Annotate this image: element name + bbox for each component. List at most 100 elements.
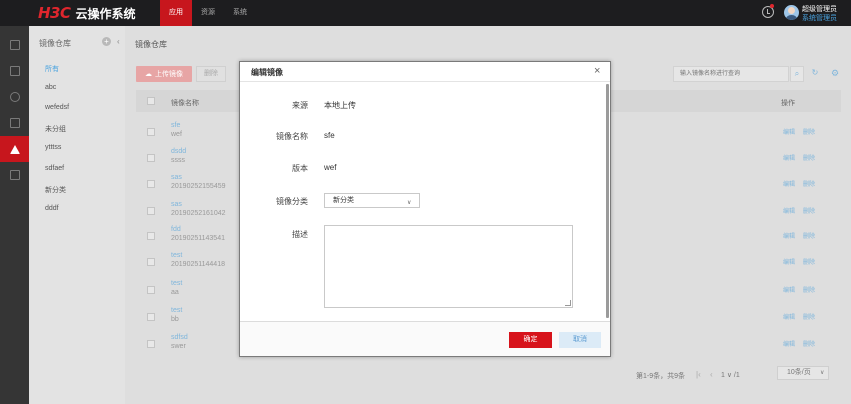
rail-item-repository[interactable]	[0, 136, 29, 162]
row-edit-link[interactable]: 编辑	[783, 339, 795, 348]
row-edit-link[interactable]: 编辑	[783, 257, 795, 266]
row-name[interactable]: sdfsd	[171, 334, 188, 341]
row-edit-link[interactable]: 编辑	[783, 285, 795, 294]
sidebar: 镜像仓库 + ‹ 所有 abc wefedsf 未分组 ytttss sdfae…	[29, 26, 125, 404]
row-version: aa	[171, 289, 179, 296]
row-name[interactable]: test	[171, 307, 182, 314]
image-name-label: 镜像名称	[276, 132, 308, 141]
notification-dot	[770, 4, 774, 8]
category-select[interactable]: 新分类 ∨	[324, 193, 420, 208]
version-label: 版本	[292, 164, 308, 173]
sidebar-item[interactable]: 未分组	[45, 124, 66, 134]
refresh-icon[interactable]: ↻	[808, 66, 822, 82]
row-delete-link[interactable]: 删除	[803, 206, 815, 215]
row-checkbox[interactable]	[147, 340, 155, 348]
prev-page-button[interactable]: ‹	[710, 370, 713, 379]
dialog-title: 编辑镜像	[251, 68, 283, 77]
sidebar-item[interactable]: ytttss	[45, 144, 61, 151]
row-checkbox[interactable]	[147, 258, 155, 266]
source-label: 来源	[292, 101, 308, 110]
row-delete-link[interactable]: 删除	[803, 127, 815, 136]
sidebar-item[interactable]: abc	[45, 84, 56, 91]
avatar[interactable]	[784, 5, 799, 20]
row-version: 20190252155459	[171, 183, 226, 190]
sidebar-item-all[interactable]: 所有	[45, 64, 59, 74]
row-name[interactable]: test	[171, 252, 182, 259]
row-edit-link[interactable]: 编辑	[783, 206, 795, 215]
warning-icon	[9, 144, 20, 154]
row-checkbox[interactable]	[147, 180, 155, 188]
rail-item-3[interactable]	[0, 84, 29, 110]
cloud-upload-icon: ☁	[145, 71, 152, 78]
row-edit-link[interactable]: 编辑	[783, 127, 795, 136]
network-icon	[9, 118, 20, 128]
row-checkbox[interactable]	[147, 207, 155, 215]
row-version: ssss	[171, 157, 185, 164]
row-checkbox[interactable]	[147, 286, 155, 294]
first-page-button[interactable]: |‹	[696, 370, 701, 379]
user-role: 系统管理员	[802, 15, 837, 22]
row-edit-link[interactable]: 编辑	[783, 231, 795, 240]
column-header-name[interactable]: 镜像名称	[171, 98, 199, 108]
rail-item-2[interactable]	[0, 58, 29, 84]
page-selector[interactable]: 1 ∨ /1	[721, 371, 740, 379]
row-version: 20190251144418	[171, 261, 225, 268]
cancel-button[interactable]: 取消	[559, 332, 601, 348]
row-edit-link[interactable]: 编辑	[783, 312, 795, 321]
description-textarea[interactable]	[324, 225, 573, 308]
sidebar-item[interactable]: sdfaef	[45, 165, 64, 172]
row-version: 20190251143541	[171, 235, 225, 242]
add-category-icon[interactable]: +	[102, 37, 111, 46]
row-name[interactable]: sas	[171, 174, 182, 181]
sidebar-title: 镜像仓库	[39, 39, 71, 48]
row-name[interactable]: sas	[171, 201, 182, 208]
row-delete-link[interactable]: 删除	[803, 179, 815, 188]
image-name-value: sfe	[324, 131, 335, 140]
page-size-select[interactable]: 10条/页 ∨	[777, 366, 829, 380]
nav-resource[interactable]: 资源	[192, 0, 224, 26]
category-label: 镜像分类	[276, 197, 308, 206]
row-checkbox[interactable]	[147, 232, 155, 240]
logo[interactable]: H3C 云操作系统	[38, 4, 136, 22]
row-name[interactable]: dsdd	[171, 148, 186, 155]
row-delete-link[interactable]: 删除	[803, 312, 815, 321]
gear-icon[interactable]: ⚙	[831, 68, 839, 79]
close-icon[interactable]: ×	[594, 65, 600, 77]
nav-system[interactable]: 系统	[224, 0, 256, 26]
search-input[interactable]	[673, 66, 789, 82]
row-checkbox[interactable]	[147, 154, 155, 162]
search-icon[interactable]: ⌕	[790, 66, 804, 82]
sidebar-item[interactable]: 新分类	[45, 185, 66, 195]
database-icon	[9, 92, 20, 102]
row-checkbox[interactable]	[147, 313, 155, 321]
confirm-button[interactable]: 确定	[509, 332, 552, 348]
row-version: 20190252161042	[171, 210, 226, 217]
nav-app[interactable]: 应用	[160, 0, 192, 26]
upload-image-button[interactable]: ☁ 上传镜像	[136, 66, 192, 82]
top-nav: 应用 资源 系统	[160, 0, 256, 26]
row-name[interactable]: sfe	[171, 122, 180, 129]
version-value: wef	[324, 163, 337, 172]
row-checkbox[interactable]	[147, 128, 155, 136]
row-edit-link[interactable]: 编辑	[783, 179, 795, 188]
logo-mark: H3C	[38, 4, 71, 22]
delete-button[interactable]: 删除	[196, 66, 226, 82]
column-header-ops: 操作	[781, 100, 795, 107]
row-name[interactable]: fdd	[171, 226, 181, 233]
rail-item-1[interactable]	[0, 32, 29, 58]
rail-item-4[interactable]	[0, 110, 29, 136]
row-delete-link[interactable]: 删除	[803, 285, 815, 294]
row-edit-link[interactable]: 编辑	[783, 153, 795, 162]
rail-item-6[interactable]	[0, 162, 29, 188]
row-delete-link[interactable]: 删除	[803, 153, 815, 162]
row-delete-link[interactable]: 删除	[803, 339, 815, 348]
sidebar-item[interactable]: wefedsf	[45, 104, 69, 111]
sidebar-item[interactable]: dddf	[45, 205, 59, 212]
row-delete-link[interactable]: 删除	[803, 231, 815, 240]
breadcrumb: 镜像仓库	[135, 40, 167, 49]
select-all-checkbox[interactable]	[147, 97, 155, 105]
collapse-icon[interactable]: ‹	[117, 37, 120, 46]
row-name[interactable]: test	[171, 280, 182, 287]
row-delete-link[interactable]: 删除	[803, 257, 815, 266]
dialog-scrollbar[interactable]	[606, 84, 609, 318]
